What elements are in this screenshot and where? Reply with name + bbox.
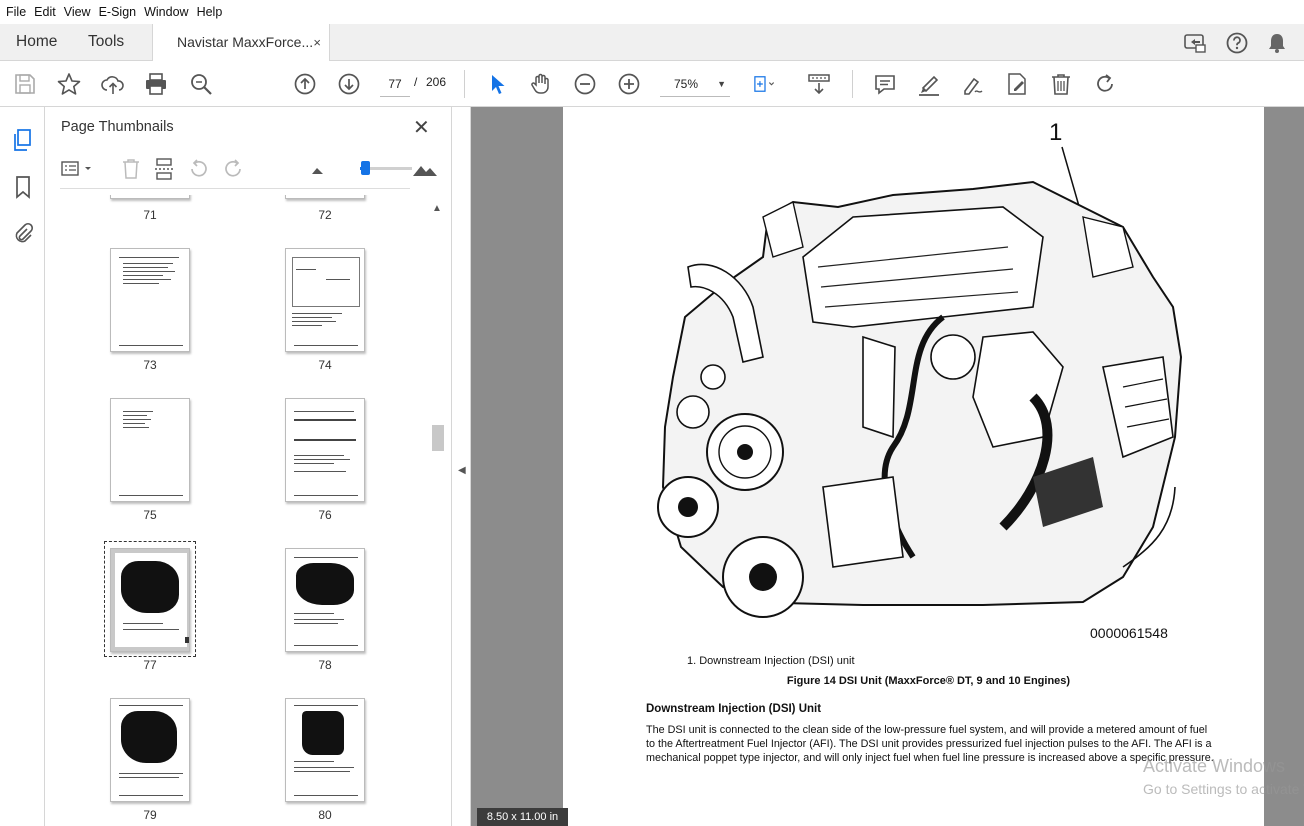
comment-icon[interactable]	[872, 71, 898, 97]
thumbnail-label: 76	[318, 508, 332, 522]
menu-esign[interactable]: E-Sign	[99, 5, 137, 19]
activate-windows-subtext: Go to Settings to activate Windows.	[1143, 781, 1304, 797]
highlight-pen-icon[interactable]	[916, 71, 942, 97]
figure-id: 0000061548	[1090, 625, 1168, 641]
thumbnail-toolbar	[60, 147, 437, 189]
collapse-panel-arrow-icon[interactable]: ◀	[458, 465, 466, 476]
rotate-icon[interactable]	[1092, 71, 1118, 97]
thumbnail-scrollbar[interactable]: ▲	[430, 203, 444, 826]
thumbnail-label: 78	[318, 658, 332, 672]
body-paragraph: The DSI unit is connected to the clean s…	[646, 724, 1214, 764]
zoom-out-icon[interactable]	[572, 71, 598, 97]
thumbnail-label: 79	[143, 808, 157, 822]
engine-illustration	[657, 146, 1183, 618]
panel-splitter[interactable]: ◀	[451, 107, 471, 826]
small-thumbnails-icon[interactable]	[308, 157, 328, 181]
tab-bar: Home Tools Navistar MaxxForce... ×	[0, 24, 1304, 61]
tab-document[interactable]: Navistar MaxxForce... ×	[152, 24, 330, 61]
page-thumbnail-76[interactable]	[285, 398, 365, 502]
close-panel-icon[interactable]: ✕	[413, 115, 430, 140]
page-thumbnail-71[interactable]	[110, 195, 190, 199]
tab-home[interactable]: Home	[16, 24, 57, 61]
rotate-counterclockwise-icon	[186, 157, 212, 181]
menu-help[interactable]: Help	[197, 5, 223, 19]
attachments-paperclip-icon[interactable]	[10, 220, 36, 246]
tab-tools[interactable]: Tools	[88, 24, 124, 61]
bookmarks-icon[interactable]	[10, 174, 36, 200]
share-screen-icon[interactable]	[1182, 30, 1208, 56]
menu-window[interactable]: Window	[144, 5, 188, 19]
thumbnail-label: 71	[143, 208, 157, 222]
previous-page-icon[interactable]	[292, 71, 318, 97]
callout-number: 1	[1049, 119, 1063, 146]
navigation-rail	[0, 107, 45, 826]
rotate-clockwise-icon	[220, 157, 246, 181]
thumbnail-list: 71 72 73 74 75 76 77 78 79 80	[60, 195, 425, 826]
close-tab-icon[interactable]: ×	[313, 24, 321, 61]
upload-cloud-icon[interactable]	[100, 71, 126, 97]
page-thumbnails-panel: Page Thumbnails ✕ 71 72 73 74 75 76 77 7…	[45, 107, 451, 826]
page-thumbnail-75[interactable]	[110, 398, 190, 502]
zoom-level-select[interactable]: 75% ▼	[660, 71, 730, 97]
panel-title: Page Thumbnails	[61, 119, 174, 135]
page-thumbnail-77[interactable]	[110, 548, 190, 652]
zoom-value: 75%	[674, 77, 699, 91]
toolbar-divider	[464, 70, 465, 98]
edit-document-icon[interactable]	[1004, 71, 1030, 97]
page-separator: /	[414, 75, 418, 89]
page-thumbnails-icon[interactable]	[10, 127, 36, 153]
page-thumbnail-73[interactable]	[110, 248, 190, 352]
sign-icon[interactable]	[960, 71, 986, 97]
notifications-bell-icon[interactable]	[1264, 30, 1290, 56]
thumbnail-label: 72	[318, 208, 332, 222]
find-text-icon[interactable]	[188, 71, 214, 97]
zoom-in-icon[interactable]	[616, 71, 642, 97]
scroll-up-arrow-icon[interactable]: ▲	[432, 203, 442, 214]
thumbnail-label: 74	[318, 358, 332, 372]
thumbnail-label: 73	[143, 358, 157, 372]
document-page: 1 0000061548 1. Downstream Injection (DS…	[563, 107, 1264, 826]
save-icon[interactable]	[12, 71, 38, 97]
page-thumbnail-80[interactable]	[285, 698, 365, 802]
toolbar-divider	[852, 70, 853, 98]
print-icon[interactable]	[143, 71, 169, 97]
document-view[interactable]: 1 0000061548 1. Downstream Injection (DS…	[471, 107, 1304, 826]
menu-edit[interactable]: Edit	[34, 5, 56, 19]
activate-windows-watermark: Activate Windows	[1143, 756, 1286, 776]
page-thumbnail-74[interactable]	[285, 248, 365, 352]
main-toolbar: 77 / 206 75% ▼	[0, 61, 1304, 107]
delete-page-icon	[118, 157, 144, 181]
insert-page-icon[interactable]	[152, 157, 178, 181]
menu-view[interactable]: View	[64, 5, 91, 19]
page-thumbnail-78[interactable]	[285, 548, 365, 652]
section-heading: Downstream Injection (DSI) Unit	[646, 703, 822, 715]
figure-caption: Figure 14 DSI Unit (MaxxForce® DT, 9 and…	[786, 675, 1071, 687]
page-number-input[interactable]: 77	[380, 71, 410, 97]
thumbnail-label: 77	[143, 658, 157, 672]
bookmark-star-icon[interactable]	[56, 71, 82, 97]
select-cursor-icon[interactable]	[484, 71, 510, 97]
options-menu-icon[interactable]	[60, 157, 96, 181]
next-page-icon[interactable]	[336, 71, 362, 97]
scrolling-mode-icon[interactable]	[806, 71, 832, 97]
delete-trash-icon[interactable]	[1048, 71, 1074, 97]
large-thumbnails-icon[interactable]	[412, 157, 438, 181]
page-size-indicator: 8.50 x 11.00 in	[477, 808, 568, 826]
hand-tool-icon[interactable]	[528, 71, 554, 97]
total-pages: 206	[426, 75, 447, 89]
help-icon[interactable]	[1224, 30, 1250, 56]
chevron-down-icon: ▼	[717, 79, 726, 89]
figure-legend: 1. Downstream Injection (DSI) unit	[687, 655, 855, 667]
document-tab-label: Navistar MaxxForce...	[177, 34, 314, 50]
menu-file[interactable]: File	[6, 5, 26, 19]
page-thumbnail-72[interactable]	[285, 195, 365, 199]
page-thumbnail-79[interactable]	[110, 698, 190, 802]
scrollbar-thumb[interactable]	[432, 425, 444, 451]
menu-bar: File Edit View E-Sign Window Help	[0, 0, 1304, 24]
fit-page-icon[interactable]	[752, 71, 788, 97]
thumbnail-label: 80	[318, 808, 332, 822]
thumbnail-size-handle[interactable]	[361, 161, 370, 175]
thumbnail-label: 75	[143, 508, 157, 522]
